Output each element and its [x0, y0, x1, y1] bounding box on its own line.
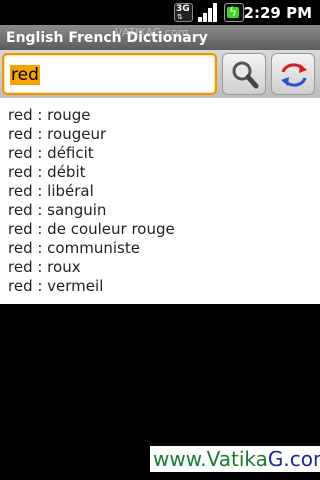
3g-network-icon: 3G ⇅ [174, 3, 194, 22]
swap-language-button[interactable] [271, 53, 315, 95]
result-item[interactable]: red : vermeil [8, 277, 320, 296]
vatikag-logo: www.VatikaG.com [150, 446, 320, 472]
signal-strength-icon [198, 3, 218, 22]
search-input[interactable]: red [2, 53, 217, 95]
search-input-value[interactable]: red [10, 65, 40, 85]
result-item[interactable]: red : sanguin [8, 201, 320, 220]
results-list: red : rouge red : rougeur red : déficit red… [0, 98, 320, 304]
result-item[interactable]: red : déficit [8, 144, 320, 163]
result-item[interactable]: red : rouge [8, 106, 320, 125]
result-item[interactable]: red : communiste [8, 239, 320, 258]
status-time: 2:29 PM [243, 4, 312, 22]
result-item[interactable]: red : libéral [8, 182, 320, 201]
result-item[interactable]: red : débit [8, 163, 320, 182]
swap-direction-icon [281, 63, 307, 87]
magnifier-icon [232, 61, 259, 89]
result-item[interactable]: red : roux [8, 258, 320, 277]
search-button[interactable] [222, 53, 266, 95]
result-item[interactable]: red : rougeur [8, 125, 320, 144]
search-row: red [0, 50, 320, 98]
status-bar: 3G ⇅ ϟ 2:29 PM [0, 0, 320, 25]
result-item[interactable]: red : de couleur rouge [8, 220, 320, 239]
watermark-text: VATIKAG.com [115, 26, 189, 39]
